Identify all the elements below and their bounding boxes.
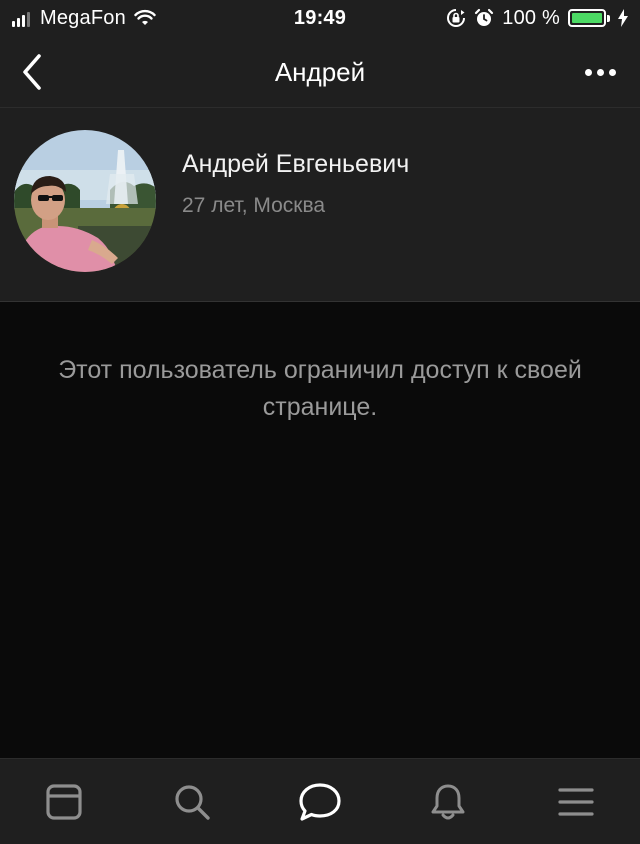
status-bar: MegaFon 19:49 100 % xyxy=(0,0,640,36)
more-button[interactable] xyxy=(574,48,626,96)
status-left: MegaFon xyxy=(12,0,156,36)
rotation-lock-icon xyxy=(447,9,466,27)
profile-name: Андрей Евгеньевич xyxy=(182,150,410,178)
profile-age-city: 27 лет, Москва xyxy=(182,194,326,217)
messages-icon xyxy=(299,782,341,821)
tab-messages[interactable] xyxy=(280,767,360,837)
tab-bar xyxy=(0,758,640,844)
back-button[interactable] xyxy=(8,48,56,96)
news-feed-icon xyxy=(46,783,82,820)
battery-level-fill xyxy=(572,13,602,23)
battery-percent: 100 % xyxy=(502,6,560,29)
main-content: Этот пользователь ограничил доступ к сво… xyxy=(0,302,640,758)
tab-news[interactable] xyxy=(24,767,104,837)
more-dots-icon xyxy=(596,68,604,76)
tab-search[interactable] xyxy=(152,767,232,837)
cellular-signal-icon xyxy=(12,9,30,27)
menu-icon xyxy=(558,787,594,816)
profile-header: Андрей Евгеньевич 27 лет, Москва xyxy=(0,108,640,302)
wifi-icon xyxy=(134,9,156,25)
more-dots-icon xyxy=(584,68,592,76)
status-time: 19:49 xyxy=(293,6,347,29)
tab-notifications[interactable] xyxy=(408,767,488,837)
status-right: 100 % xyxy=(446,0,628,36)
avatar-photo xyxy=(14,130,156,272)
search-icon xyxy=(175,784,210,820)
tab-menu[interactable] xyxy=(536,767,616,837)
alarm-icon xyxy=(475,8,494,26)
chevron-left-icon xyxy=(23,54,41,90)
charging-bolt-icon xyxy=(618,9,628,27)
restricted-access-message: Этот пользователь ограничил доступ к сво… xyxy=(58,356,582,421)
nav-bar: Андрей xyxy=(0,36,640,108)
page-title: Андрей xyxy=(274,57,366,87)
battery-icon xyxy=(568,9,610,27)
carrier-name: MegaFon xyxy=(40,6,126,29)
notifications-bell-icon xyxy=(431,784,465,819)
avatar[interactable] xyxy=(14,130,156,272)
more-dots-icon xyxy=(608,68,616,76)
